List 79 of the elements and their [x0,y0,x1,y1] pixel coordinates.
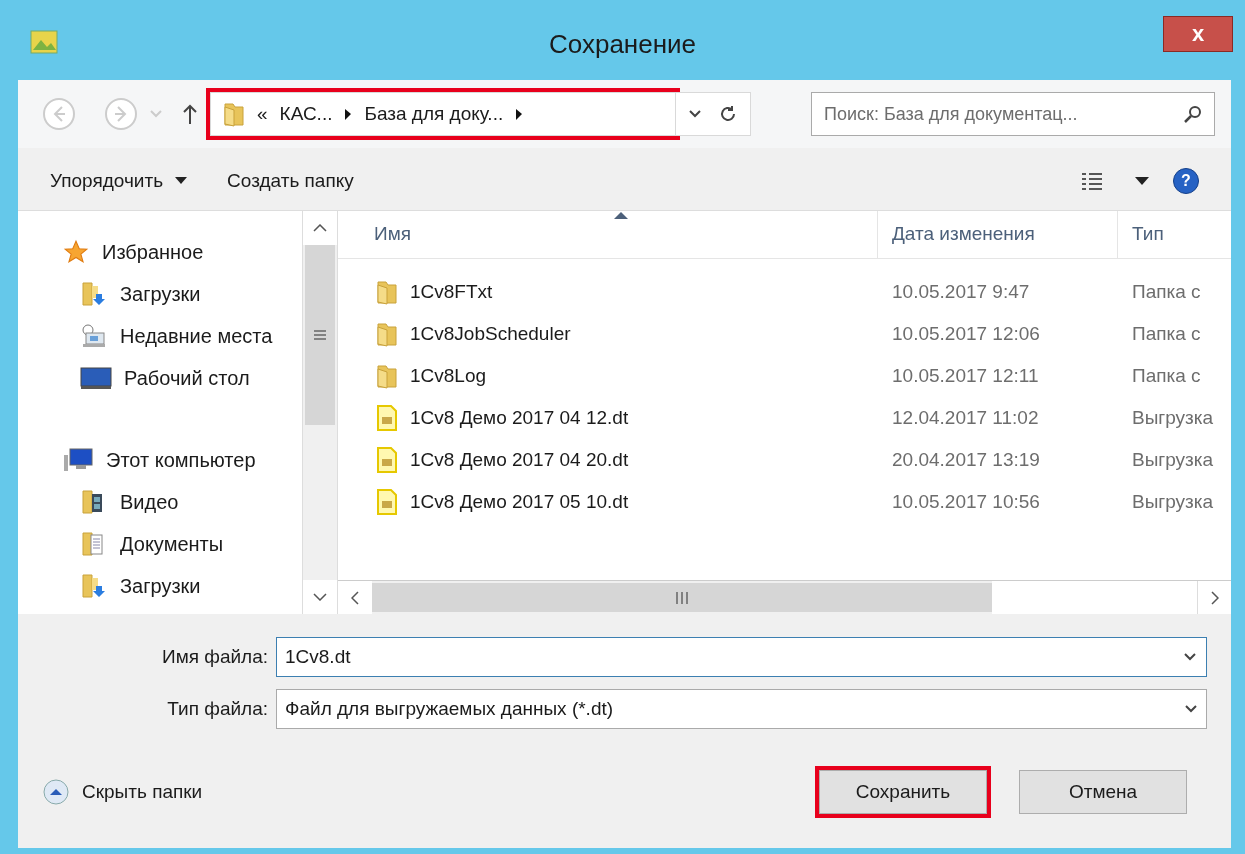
scroll-thumb[interactable] [305,245,335,425]
table-cell-text: 20.04.2017 13:19 [891,447,1041,472]
column-header[interactable]: Имя [338,211,878,258]
breadcrumb-item[interactable]: КАС... [279,99,333,129]
app-icon [30,30,58,54]
sidebar-item[interactable]: Документы [62,523,302,565]
search-field[interactable]: Поиск: База для документац... [811,92,1215,136]
table-cell-text: 10.05.2017 12:06 [891,321,1041,346]
list-view-icon[interactable] [1081,171,1103,191]
scroll-down-icon[interactable] [313,593,327,601]
dropdown-icon[interactable] [1184,704,1198,714]
table-cell-text: 12.04.2017 11:02 [891,405,1040,430]
file-name[interactable]: 1Cv8FTxt [410,277,493,307]
table-cell-text: Папка с [1131,321,1202,346]
search-icon [1183,104,1203,124]
filetype-dropdown[interactable]: Файл для выгружаемых данных (*.dt) [276,689,1207,729]
desktop-icon [80,366,112,390]
help-button[interactable]: ? [1173,168,1199,194]
collapse-icon [42,778,70,806]
organize-button[interactable]: Упорядочить [50,166,188,196]
file-name[interactable]: 1Cv8JobScheduler [410,319,571,349]
horizontal-scrollbar[interactable] [338,580,1231,614]
document-icon [376,405,398,431]
document-icon [376,447,398,473]
scroll-up-icon[interactable] [313,224,327,232]
folder-download-icon [80,572,108,600]
breadcrumb-item[interactable]: База для доку... [364,99,504,129]
close-button[interactable]: x [1163,16,1233,52]
computer-icon [62,447,94,473]
vertical-scrollbar[interactable] [302,211,338,614]
folder-icon [376,363,398,389]
scroll-right-icon[interactable] [1210,590,1219,605]
sort-up-icon [614,211,628,219]
file-name[interactable]: 1Cv8Log [410,361,487,391]
triangle-right-icon[interactable] [515,108,524,120]
field-label: Имя файла: [160,644,268,669]
table-cell-text: 10.05.2017 10:56 [891,489,1041,514]
caret-icon [175,177,188,185]
sidebar-item[interactable]: Рабочий стол [62,357,302,399]
column-header[interactable]: Тип [1118,211,1231,258]
column-header[interactable]: Дата изменения [878,211,1118,258]
folder-download-icon [80,280,108,308]
scroll-left-icon[interactable] [351,590,359,605]
sidebar-item[interactable]: Загрузки [62,273,302,315]
new-folder-button[interactable]: Создать папку [227,166,354,196]
table-cell-text: Выгрузка [1131,489,1215,514]
caret-icon[interactable] [1135,177,1149,185]
dropdown-icon[interactable] [1183,652,1197,662]
recent-places-icon [80,323,108,349]
filename-field[interactable]: 1Cv8.dt [276,637,1207,677]
window-title: Сохранение [549,27,696,61]
table-cell-text: Выгрузка [1131,447,1215,472]
file-name[interactable]: 1Cv8 Демо 2017 04 12.dt [410,403,629,433]
table-cell-text: 10.05.2017 9:47 [891,279,1031,304]
field-label: Тип файла: [166,696,268,721]
sidebar-item[interactable]: Этот компьютер [62,439,302,481]
table-cell-text: 10.05.2017 12:11 [891,363,1040,388]
scroll-thumb[interactable] [372,583,992,612]
folder-icon [376,279,398,305]
star-icon [62,239,90,265]
sidebar-item[interactable]: Загрузки [62,565,302,607]
document-icon [376,489,398,515]
triangle-right-icon[interactable] [344,108,353,120]
dropdown-icon[interactable] [688,109,702,119]
dialog-button[interactable]: Отмена [1019,770,1187,814]
table-cell-text: Папка с [1131,363,1202,388]
sidebar-item[interactable]: Недавние места [62,315,302,357]
file-name[interactable]: 1Cv8 Демо 2017 04 20.dt [410,445,629,475]
hide-folders-button[interactable]: Скрыть папки [42,777,203,807]
sidebar-item[interactable]: Избранное [62,231,302,273]
sidebar-item[interactable]: Видео [62,481,302,523]
folder-icon [223,101,245,127]
file-name[interactable]: 1Cv8 Демо 2017 05 10.dt [410,487,629,517]
up-arrow-icon[interactable] [182,103,198,125]
table-cell-text: Выгрузка [1131,405,1215,430]
refresh-icon[interactable] [718,104,738,124]
table-cell-text: Папка с [1131,279,1202,304]
breadcrumb-item[interactable]: « [257,99,268,129]
folder-icon [376,321,398,347]
